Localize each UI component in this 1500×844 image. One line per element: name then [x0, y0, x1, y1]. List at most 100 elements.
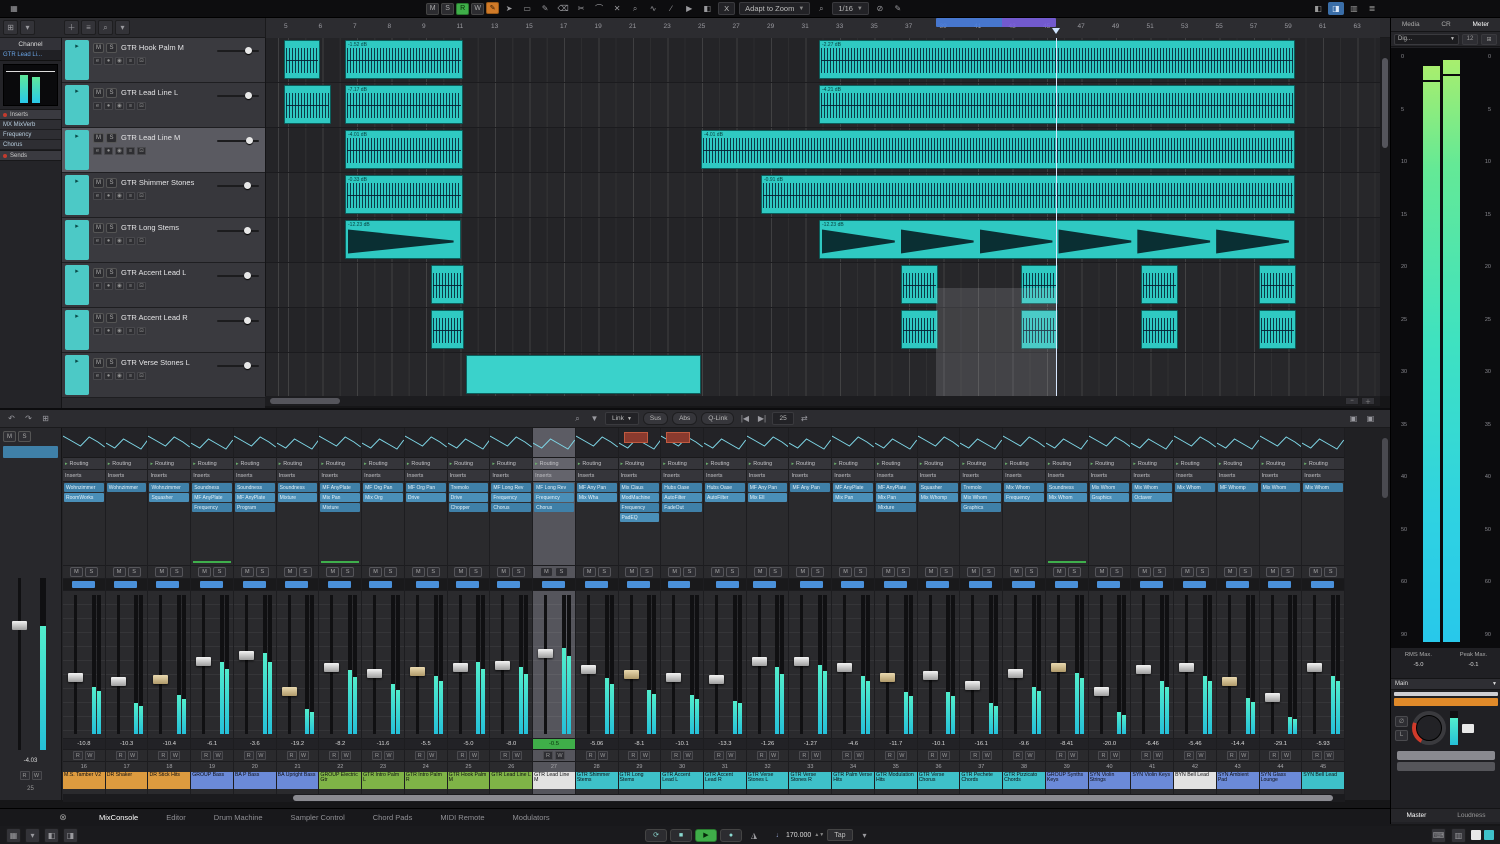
channel-insert-rack[interactable]: Hubs OaseAutoFilterFadeOut	[661, 482, 703, 566]
split-tool[interactable]: ✂	[573, 1, 589, 15]
track-solo-button[interactable]: S	[106, 358, 117, 368]
downmix-bar[interactable]	[1394, 692, 1498, 696]
channel-level-value[interactable]: -6.46	[1131, 739, 1173, 750]
automation-cell[interactable]	[1089, 428, 1131, 458]
mixer-channel-strip[interactable]: ▸Routing Inserts Wohnzimmer M S -10.3 R …	[106, 428, 149, 802]
left-zone-toggle-icon[interactable]: ◧	[1310, 2, 1326, 15]
read-button[interactable]: R	[1056, 751, 1066, 760]
dim-indicator[interactable]	[1462, 724, 1474, 733]
phase-button[interactable]: ∅	[1395, 716, 1408, 727]
track-volume-slider[interactable]	[217, 317, 259, 325]
snap-type-button[interactable]: X	[718, 2, 735, 15]
freeze-icon[interactable]: ≡	[126, 327, 135, 335]
meter-source-dropdown[interactable]: Dig...▼	[1394, 34, 1459, 45]
mixer-channel-strip[interactable]: ▸Routing Inserts MF Long RevFrequencyCho…	[490, 428, 533, 802]
track-row[interactable]: ▸ M S GTR Accent Lead R e ● ◉ ≡ ⊡	[62, 308, 265, 353]
channel-pan-control[interactable]	[1003, 579, 1045, 591]
automation-cell[interactable]	[832, 428, 874, 458]
automation-r-button[interactable]: R	[456, 3, 469, 15]
mixer-channel-strip[interactable]: ▸Routing Inserts WohnzimmerSquasher M S …	[148, 428, 191, 802]
read-button[interactable]: R	[158, 751, 168, 760]
window-layout-icon[interactable]: ▦	[6, 2, 22, 16]
track-volume-slider[interactable]	[217, 227, 259, 235]
insert-slot[interactable]: MF Any Pan	[577, 483, 617, 492]
channel-mute-button[interactable]: M	[1224, 567, 1237, 577]
channel-routing[interactable]: ▸Routing	[533, 458, 575, 470]
lane-icon[interactable]: ⊡	[137, 327, 146, 335]
lane-icon[interactable]: ⊡	[137, 372, 146, 380]
channel-inserts-label[interactable]: Inserts	[1131, 470, 1173, 482]
insert-slot[interactable]: Soundness	[192, 483, 232, 492]
automation-cell[interactable]	[319, 428, 361, 458]
audio-clip[interactable]: -4.01 dB	[345, 130, 463, 169]
channel-name[interactable]: GTR Pizzicato Chords	[1003, 772, 1045, 789]
write-button[interactable]: W	[256, 751, 266, 760]
channel-inserts-label[interactable]: Inserts	[661, 470, 703, 482]
lane-icon[interactable]: ⊡	[137, 57, 146, 65]
channel-fader-section[interactable]	[1174, 591, 1216, 739]
edit-channel-icon[interactable]: e	[93, 147, 102, 155]
automation-cell[interactable]	[277, 428, 319, 458]
insert-slot[interactable]: Mix Pan	[876, 493, 916, 502]
insert-slot[interactable]: Wohnzimmer	[64, 483, 104, 492]
channel-insert-rack[interactable]: Mix ClausModMachineFrequencyPadEQ	[619, 482, 661, 566]
insert-slot[interactable]: Tremolo	[961, 483, 1001, 492]
channel-routing[interactable]: ▸Routing	[106, 458, 148, 470]
channel-level-value[interactable]: -1.27	[789, 739, 831, 750]
track-row[interactable]: ▸ M S GTR Long Stems e ● ◉ ≡ ⊡	[62, 218, 265, 263]
insert-slot[interactable]: Mix Whom	[961, 493, 1001, 502]
channel-routing[interactable]: ▸Routing	[789, 458, 831, 470]
channel-inserts-label[interactable]: Inserts	[319, 470, 361, 482]
channel-inserts-label[interactable]: Inserts	[875, 470, 917, 482]
channel-mute-button[interactable]: M	[796, 567, 809, 577]
inspector-inserts-section[interactable]: Inserts	[0, 109, 61, 120]
channel-routing[interactable]: ▸Routing	[234, 458, 276, 470]
write-button[interactable]: W	[1239, 751, 1249, 760]
insert-slot[interactable]: Mix Pan	[320, 493, 360, 502]
monitor-icon[interactable]: ◉	[115, 372, 124, 380]
channel-mute-button[interactable]: M	[882, 567, 895, 577]
mixer-channel-strip[interactable]: ▸Routing Inserts MF AnyPlateMix PanMixtu…	[319, 428, 362, 802]
channel-fader-section[interactable]	[191, 591, 233, 739]
track-visibility-icon[interactable]: ▾	[20, 20, 35, 35]
channel-mute-button[interactable]: M	[1138, 567, 1151, 577]
channel-insert-rack[interactable]: MF AnyPlateMix PanMixture	[875, 482, 917, 566]
inspector-insert-item[interactable]: Chorus	[0, 140, 61, 150]
write-button[interactable]: W	[512, 751, 522, 760]
channel-name[interactable]: GTR Modulation Hits	[875, 772, 917, 789]
lane-icon[interactable]: ⊡	[137, 282, 146, 290]
channel-level-value[interactable]: -16.1	[960, 739, 1002, 750]
channel-insert-rack[interactable]: MF Any PanMix Wha	[576, 482, 618, 566]
channel-level-value[interactable]: -4.6	[832, 739, 874, 750]
channel-fader-section[interactable]	[1046, 591, 1088, 739]
channel-fader-section[interactable]	[918, 591, 960, 739]
channel-fader-section[interactable]	[747, 591, 789, 739]
insert-slot[interactable]: MF Long Rev	[534, 483, 574, 492]
channel-pan-control[interactable]	[875, 579, 917, 591]
record-enable-icon[interactable]: ●	[104, 102, 113, 110]
channel-inserts-label[interactable]: Inserts	[1089, 470, 1131, 482]
mixer-channel-strip[interactable]: ▸Routing Inserts MF AnyPlateMix Pan M S …	[832, 428, 875, 802]
insert-slot[interactable]: MF Org Pan	[406, 483, 446, 492]
channel-insert-rack[interactable]: MF Long RevFrequencyChorus	[490, 482, 532, 566]
write-button[interactable]: W	[427, 751, 437, 760]
mute-tool[interactable]: ✕	[609, 1, 625, 15]
write-button[interactable]: W	[299, 751, 309, 760]
arrangement-track-lane[interactable]: -7.17 dB-4.21 dB	[266, 83, 1380, 128]
channel-mute-button[interactable]: M	[155, 567, 168, 577]
read-button[interactable]: R	[116, 751, 126, 760]
channel-level-value[interactable]: -3.6	[234, 739, 276, 750]
channel-level-value[interactable]: -10.8	[63, 739, 105, 750]
channel-level-value[interactable]: -14.4	[1217, 739, 1259, 750]
channel-solo-button[interactable]: S	[512, 567, 525, 577]
mixer-channel-strip[interactable]: ▸Routing Inserts MF Any Pan M S -1.27 R …	[789, 428, 832, 802]
monitor-icon[interactable]: ◉	[115, 327, 124, 335]
channel-inserts-label[interactable]: Inserts	[1260, 470, 1302, 482]
insert-slot[interactable]: Mix Wha	[577, 493, 617, 502]
channel-count-box[interactable]: 25	[772, 412, 793, 425]
read-button[interactable]: R	[329, 751, 339, 760]
arrangement-track-lane[interactable]	[266, 353, 1380, 396]
insert-slot[interactable]: Mix Claus	[620, 483, 660, 492]
channel-name[interactable]: SYN Bell Lead	[1302, 772, 1344, 789]
fader-cap[interactable]	[367, 669, 382, 678]
